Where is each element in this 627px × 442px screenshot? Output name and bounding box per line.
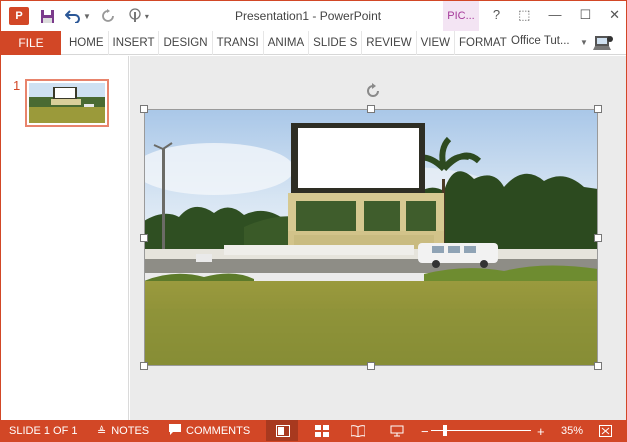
tab-strip: HOME INSERT DESIGN TRANSI ANIMA SLIDE S … — [65, 31, 511, 55]
zoom-level[interactable]: 35% — [561, 420, 583, 441]
title-bar: P ▼ ▾ Presentation1 - PowerPoint PIC... … — [1, 1, 626, 31]
picture-tools-tab[interactable]: PIC... — [443, 1, 479, 31]
tab-design[interactable]: DESIGN — [159, 31, 213, 55]
fit-slide-to-window-icon[interactable] — [595, 422, 615, 440]
help-icon[interactable]: ? — [493, 7, 500, 23]
slide-thumbnail-image — [29, 83, 105, 123]
slide-show-view-icon[interactable] — [387, 422, 407, 440]
tab-format[interactable]: FORMAT — [455, 31, 511, 55]
resize-handle-bottom-right[interactable] — [594, 362, 602, 370]
ribbon-display-options-icon[interactable]: ⬚ — [518, 7, 530, 23]
tab-animations[interactable]: ANIMA — [264, 31, 310, 55]
undo-icon[interactable] — [65, 8, 81, 24]
redo-icon[interactable] — [101, 8, 117, 24]
rotate-handle-icon[interactable] — [363, 81, 383, 101]
notes-icon: ≜ — [97, 425, 107, 438]
tab-insert[interactable]: INSERT — [109, 31, 160, 55]
slide-thumbnails-pane: 1 — [1, 56, 129, 420]
comments-icon — [169, 424, 181, 438]
file-tab[interactable]: FILE — [1, 31, 61, 55]
quick-access-toolbar: P ▼ ▾ — [9, 6, 149, 26]
minimize-icon[interactable]: — — [548, 7, 561, 23]
slide-sorter-view-icon[interactable] — [312, 422, 332, 440]
window-title: Presentation1 - PowerPoint — [235, 9, 382, 23]
powerpoint-logo-icon[interactable]: P — [9, 7, 29, 25]
notes-button[interactable]: ≜ NOTES — [97, 420, 150, 441]
undo-dropdown-icon[interactable]: ▼ — [83, 12, 91, 21]
tab-review[interactable]: REVIEW — [362, 31, 417, 55]
tab-home[interactable]: HOME — [65, 31, 109, 55]
reading-view-icon[interactable] — [348, 422, 368, 440]
resize-handle-top-right[interactable] — [594, 105, 602, 113]
resize-handle-left[interactable] — [140, 234, 148, 242]
save-icon[interactable] — [39, 8, 55, 24]
slide-editing-area — [130, 56, 626, 420]
tab-slide-show[interactable]: SLIDE S — [309, 31, 363, 55]
customize-toolbar-icon[interactable]: ▾ — [145, 12, 149, 21]
notes-label: NOTES — [111, 425, 150, 437]
status-bar: SLIDE 1 OF 1 ≜ NOTES COMMENTS − + 35% — [1, 420, 626, 441]
resize-handle-bottom-left[interactable] — [140, 362, 148, 370]
maximize-icon[interactable]: ☐ — [579, 7, 591, 23]
powerpoint-window: P ▼ ▾ Presentation1 - PowerPoint PIC... … — [0, 0, 627, 442]
resize-handle-top-left[interactable] — [140, 105, 148, 113]
billboard-picture[interactable] — [144, 109, 598, 366]
resize-handle-top[interactable] — [367, 105, 375, 113]
normal-view-icon[interactable] — [273, 422, 293, 440]
window-controls: ? ⬚ — ☐ ✕ — [493, 7, 620, 23]
billboard-photo — [144, 109, 598, 366]
account-dropdown-icon[interactable]: ▼ — [580, 38, 588, 47]
slide-counter[interactable]: SLIDE 1 OF 1 — [9, 420, 77, 441]
comments-label: COMMENTS — [186, 425, 251, 437]
account-name[interactable]: Office Tut... — [511, 35, 570, 47]
resize-handle-right[interactable] — [594, 234, 602, 242]
tab-view[interactable]: VIEW — [417, 31, 456, 55]
slide-canvas — [130, 56, 626, 420]
touch-mode-icon[interactable] — [127, 8, 143, 24]
account-avatar-icon[interactable] — [592, 33, 614, 53]
zoom-out-button[interactable]: − — [421, 420, 429, 441]
comments-button[interactable]: COMMENTS — [169, 420, 251, 441]
tab-transitions[interactable]: TRANSI — [213, 31, 264, 55]
zoom-in-button[interactable]: + — [537, 420, 545, 441]
slide-thumbnail[interactable] — [25, 79, 109, 127]
close-icon[interactable]: ✕ — [609, 7, 620, 23]
slide-number: 1 — [13, 78, 21, 93]
ribbon-tabs: FILE HOME INSERT DESIGN TRANSI ANIMA SLI… — [1, 31, 626, 55]
resize-handle-bottom[interactable] — [367, 362, 375, 370]
zoom-slider-thumb[interactable] — [442, 425, 447, 436]
